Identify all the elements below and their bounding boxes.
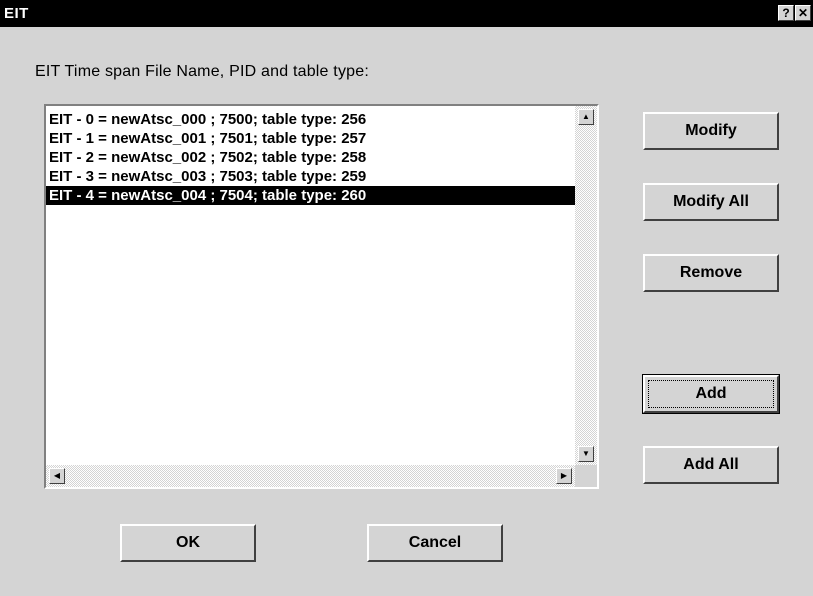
add-button[interactable]: Add <box>642 374 780 414</box>
eit-listbox[interactable]: EIT - 0 = newAtsc_000 ; 7500; table type… <box>44 104 599 489</box>
list-item-4[interactable]: EIT - 4 = newAtsc_004 ; 7504; table type… <box>46 186 575 205</box>
scroll-right-icon[interactable]: ▶ <box>556 468 572 484</box>
list-item-0[interactable]: EIT - 0 = newAtsc_000 ; 7500; table type… <box>46 110 575 129</box>
add-button-label: Add <box>695 385 727 402</box>
modify-button[interactable]: Modify <box>643 112 779 150</box>
close-button[interactable]: ✕ <box>795 5 811 21</box>
close-icon: ✕ <box>797 6 809 20</box>
list-prompt-label: EIT Time span File Name, PID and table t… <box>35 63 369 80</box>
list-items: EIT - 0 = newAtsc_000 ; 7500; table type… <box>46 110 575 205</box>
scroll-down-icon[interactable]: ▼ <box>578 446 594 462</box>
add-all-button[interactable]: Add All <box>643 446 779 484</box>
scroll-up-icon[interactable]: ▲ <box>578 109 594 125</box>
help-button[interactable]: ? <box>778 5 794 21</box>
cancel-button[interactable]: Cancel <box>367 524 503 562</box>
list-item-1[interactable]: EIT - 1 = newAtsc_001 ; 7501; table type… <box>46 129 575 148</box>
scroll-left-icon[interactable]: ◀ <box>49 468 65 484</box>
horizontal-scrollbar[interactable]: ◀ ▶ <box>46 465 575 487</box>
scrollbar-corner <box>575 465 597 487</box>
list-item-2[interactable]: EIT - 2 = newAtsc_002 ; 7502; table type… <box>46 148 575 167</box>
list-item-3[interactable]: EIT - 3 = newAtsc_003 ; 7503; table type… <box>46 167 575 186</box>
ok-button[interactable]: OK <box>120 524 256 562</box>
vertical-scrollbar[interactable]: ▲ ▼ <box>575 106 597 465</box>
modify-all-button[interactable]: Modify All <box>643 183 779 221</box>
window-title: EIT <box>4 5 29 22</box>
remove-button[interactable]: Remove <box>643 254 779 292</box>
help-icon: ? <box>782 6 790 20</box>
title-bar: EIT ? ✕ <box>0 0 813 27</box>
